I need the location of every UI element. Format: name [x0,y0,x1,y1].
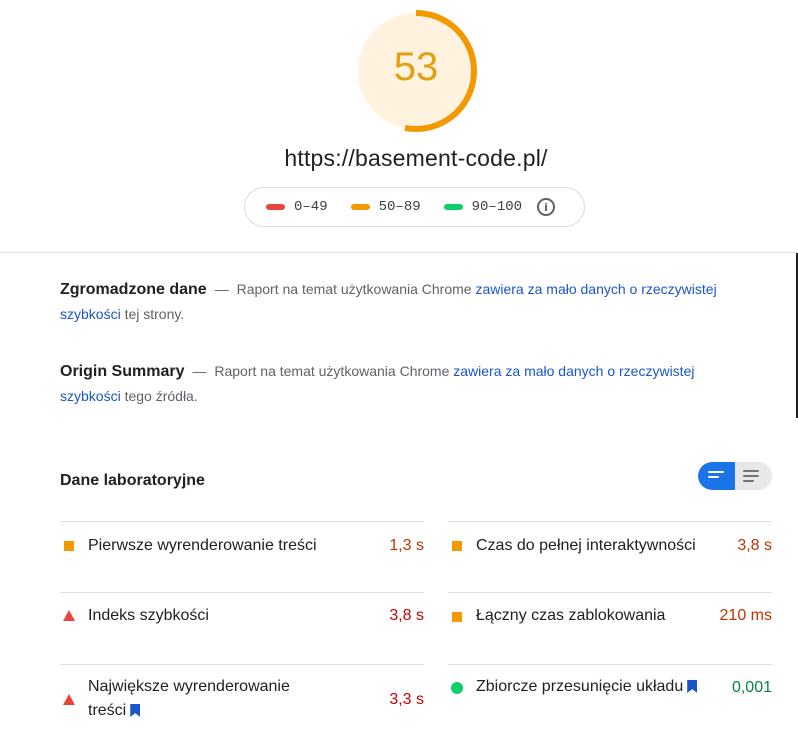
legend-dash-red [266,204,285,210]
legend-label: 50–89 [378,199,421,215]
metric-name: Łączny czas zablokowania [476,607,666,624]
bookmark-icon [687,680,698,693]
expanded-view-button[interactable] [735,462,772,490]
metric-name: Największe wyrenderowanie [88,678,290,695]
field-data-text-after: tej strony. [124,306,185,322]
metric-name-block: Zbiorcze przesunięcie układu [476,675,698,699]
expanded-lines-icon [743,470,759,485]
metric-lcp: Największe wyrenderowanie treści 3,3 s [60,664,424,730]
score-value: 53 [393,45,439,89]
fail-triangle-icon [63,694,75,705]
origin-summary: Origin Summary — Raport na temat użytkowa… [60,359,720,409]
section-divider [0,252,798,253]
metric-fcp: Pierwsze wyrenderowanie treści 1,3 s [60,521,424,592]
legend-label: 0–49 [294,199,328,215]
metric-name-line2: treści [88,702,127,719]
fail-triangle-icon [63,610,75,621]
metric-name: Pierwsze wyrenderowanie treści [88,537,317,554]
legend-item-pass: 90–100 [443,199,523,215]
compact-lines-icon [708,471,724,481]
metric-value: 3,8 s [389,607,424,624]
tested-url: https://basement-code.pl/ [284,145,548,171]
metric-speed-index: Indeks szybkości 3,8 s [60,592,424,664]
average-square-icon [64,541,74,551]
metric-tbt: Łączny czas zablokowania 210 ms [448,592,772,664]
legend-dash-green [443,204,463,210]
score-gauge: 53 [354,9,478,133]
origin-summary-title: Origin Summary [60,363,185,380]
view-toggle[interactable] [698,462,772,490]
field-data-summary: Zgromadzone dane — Raport na temat użytko… [60,277,720,327]
pagespeed-report: 53 https://basement-code.pl/ 0–49 50–89 … [0,0,798,734]
field-data-title: Zgromadzone dane [60,281,207,298]
average-square-icon [452,612,462,622]
compact-view-button[interactable] [698,462,735,490]
legend-label: 90–100 [471,199,523,215]
metric-value: 210 ms [719,607,772,624]
lab-data-title: Dane laboratoryjne [60,472,205,489]
metric-value: 3,3 s [389,691,424,708]
metric-value: 1,3 s [389,537,424,554]
metric-value: 0,001 [731,679,772,696]
legend-dash-orange [350,204,370,210]
metric-name-block: Największe wyrenderowanie treści [88,675,290,723]
field-data-text: Raport na temat użytkowania Chrome [236,281,472,297]
pass-circle-icon [451,682,463,694]
dash-separator: — [214,281,229,297]
bookmark-icon [130,704,141,717]
legend-item-average: 50–89 [350,199,421,215]
metric-name: Zbiorcze przesunięcie układu [476,678,684,695]
metric-name: Czas do pełnej interaktywności [476,537,696,554]
metric-tti: Czas do pełnej interaktywności 3,8 s [448,521,772,592]
dash-separator: — [192,363,207,379]
metric-cls: Zbiorcze przesunięcie układu 0,001 [448,664,772,730]
metric-value: 3,8 s [737,537,772,554]
origin-summary-text-after: tego źródła. [124,388,198,404]
metric-name: Indeks szybkości [88,607,209,624]
origin-summary-text: Raport na temat użytkowania Chrome [214,363,450,379]
average-square-icon [452,541,462,551]
legend-item-fail: 0–49 [266,199,328,215]
info-icon[interactable]: i [537,198,556,216]
score-legend: 0–49 50–89 90–100 i [244,187,585,227]
